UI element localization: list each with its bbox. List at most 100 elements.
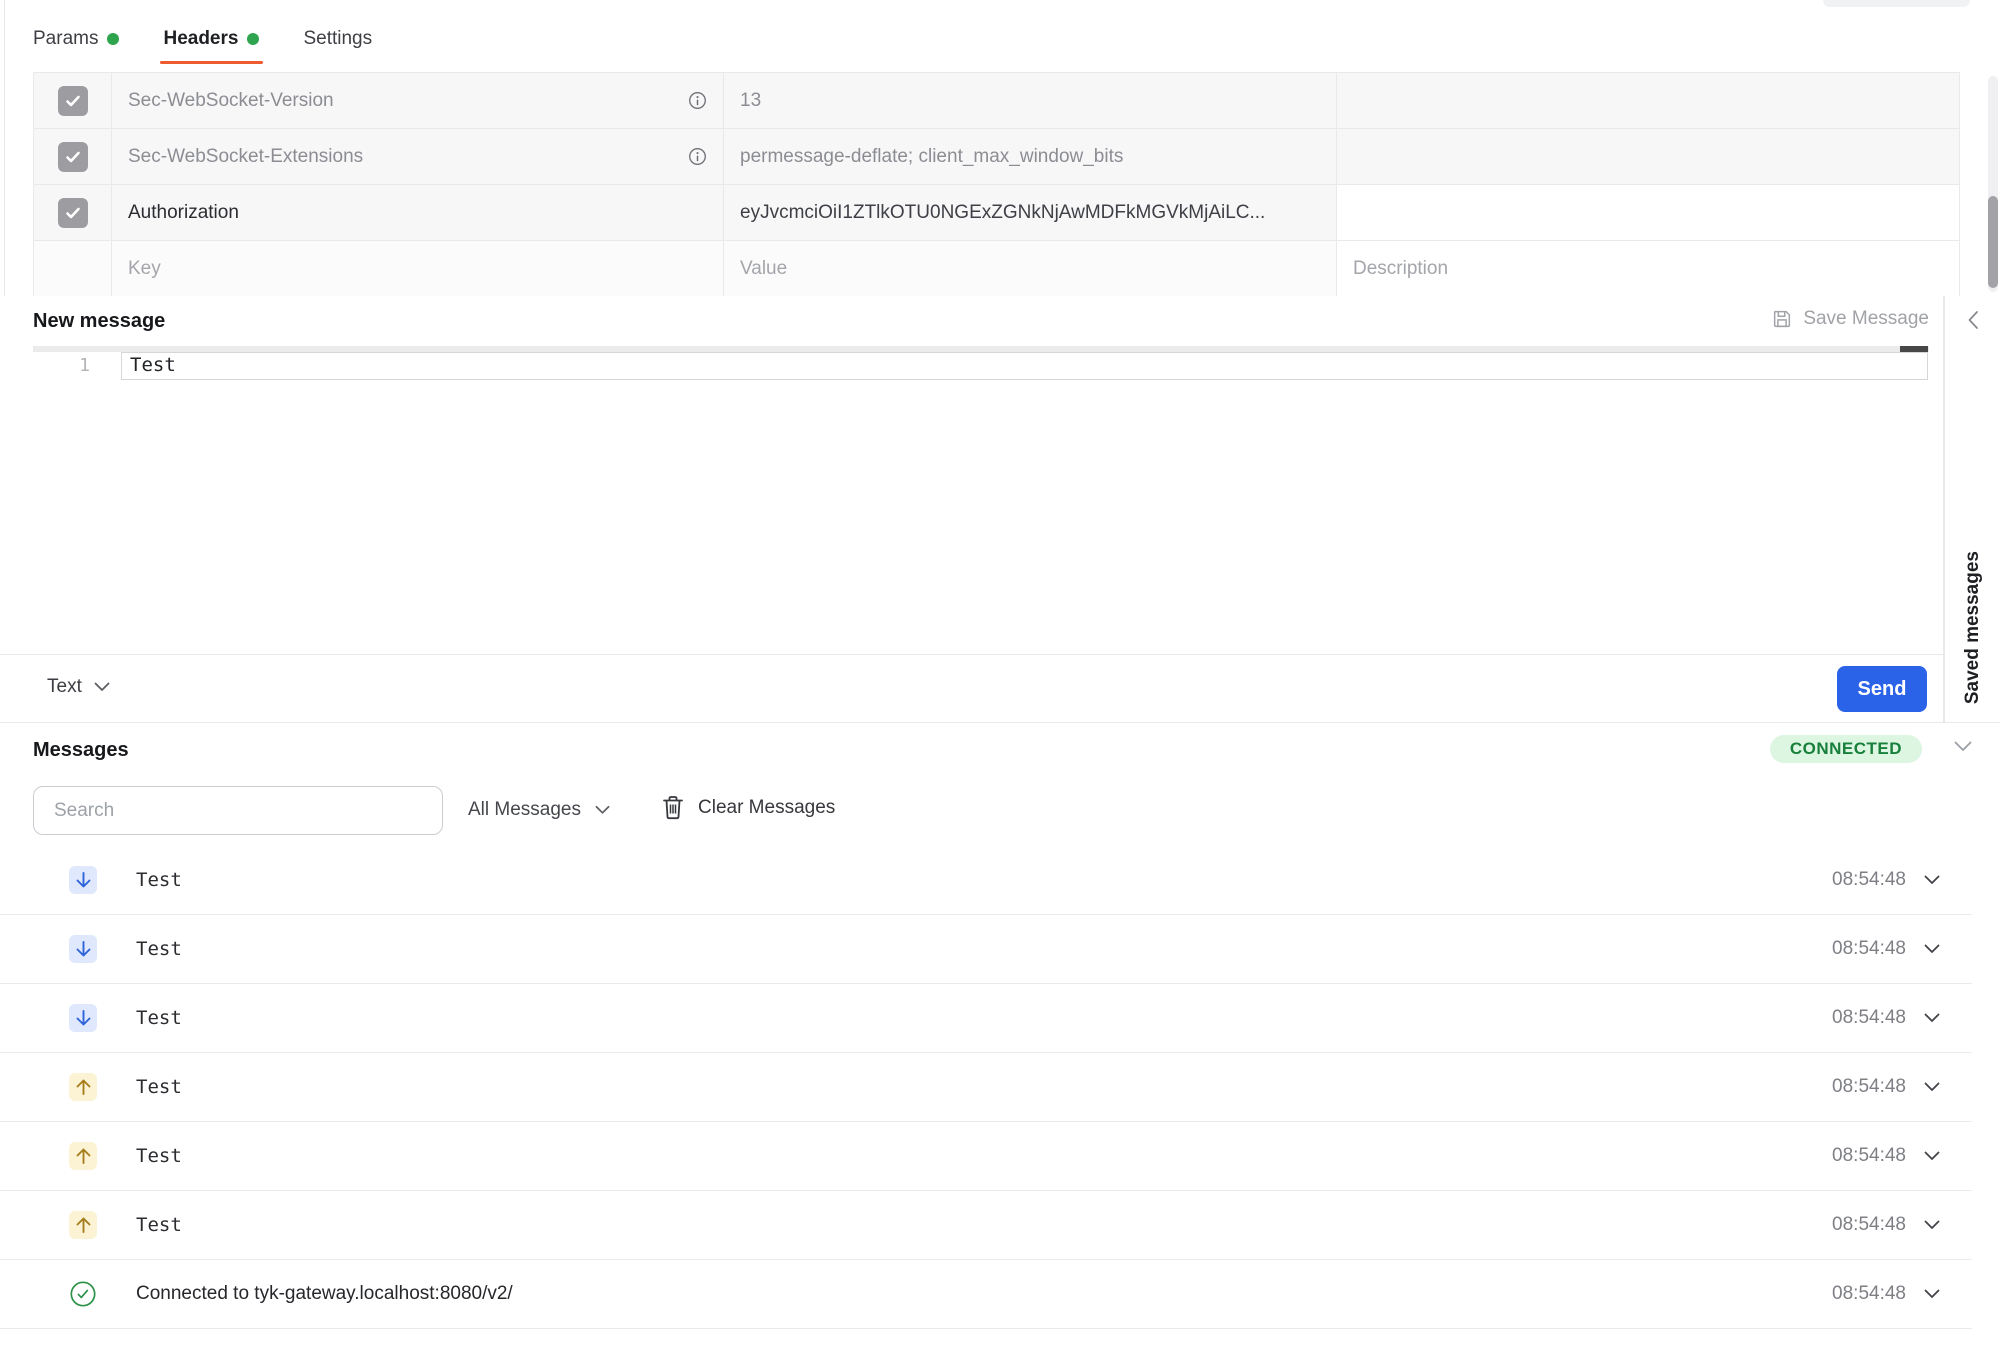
header-value-cell[interactable]: eyJvcmciOiI1ZTlkOTU0NGExZGNkNjAwMDFkMGVk… (724, 185, 1337, 240)
message-timestamp: 08:54:48 (1832, 1214, 1906, 1236)
table-row: Sec-WebSocket-Version 13 (34, 73, 1959, 129)
header-key-cell[interactable]: Sec-WebSocket-Version (112, 73, 724, 128)
editor-content[interactable]: Test (130, 354, 176, 376)
chevron-down-icon (595, 805, 610, 815)
save-message-label: Save Message (1803, 308, 1929, 330)
message-row[interactable]: Test 08:54:48 (0, 915, 1972, 984)
tab-headers[interactable]: Headers (163, 28, 259, 64)
tab-settings[interactable]: Settings (303, 28, 372, 64)
message-row[interactable]: Test 08:54:48 (0, 1191, 1972, 1260)
message-row[interactable]: Test 08:54:48 (0, 1053, 1972, 1122)
message-timestamp: 08:54:48 (1832, 938, 1906, 960)
arrow-down-icon (69, 935, 97, 963)
header-key: Authorization (128, 202, 239, 224)
messages-section: Messages CONNECTED All Messages Clear Me… (0, 722, 2000, 1370)
expand-chevron-down-icon[interactable] (1924, 1151, 1940, 1161)
message-row[interactable]: Connected to tyk-gateway.localhost:8080/… (0, 1260, 1972, 1329)
header-value: eyJvcmciOiI1ZTlkOTU0NGExZGNkNjAwMDFkMGVk… (740, 202, 1265, 224)
header-value-cell[interactable]: Value (724, 241, 1337, 297)
header-checkbox-cell (34, 241, 112, 297)
message-timestamp: 08:54:48 (1832, 1283, 1906, 1305)
expand-chevron-down-icon[interactable] (1924, 875, 1940, 885)
new-message-panel: New message Save Message 1 Test Text Sen… (0, 296, 1944, 722)
check-icon (64, 148, 82, 166)
status-chevron-down-icon[interactable] (1954, 741, 1972, 752)
header-description-cell[interactable] (1337, 73, 1959, 128)
tab-headers-label: Headers (163, 28, 238, 50)
header-key-cell[interactable]: Authorization (112, 185, 724, 240)
header-description-cell[interactable] (1337, 185, 1959, 240)
collapse-panel-button[interactable] (1966, 310, 1979, 330)
message-row[interactable]: Test 08:54:48 (0, 984, 1972, 1053)
key-placeholder: Key (128, 258, 161, 280)
arrow-up-icon (69, 1073, 97, 1101)
arrow-down-icon (69, 1004, 97, 1032)
header-description-cell[interactable]: Description (1337, 241, 1959, 297)
info-icon[interactable] (688, 91, 707, 110)
chevron-left-icon (1966, 310, 1979, 330)
message-text: Test (136, 1076, 182, 1098)
message-text: Test (136, 869, 182, 891)
editor-active-line[interactable] (121, 352, 1928, 380)
editor-line-number: 1 (58, 355, 90, 376)
checkbox-checked[interactable] (58, 198, 88, 228)
header-key-cell[interactable]: Sec-WebSocket-Extensions (112, 129, 724, 184)
expand-chevron-down-icon[interactable] (1924, 944, 1940, 954)
expand-chevron-down-icon[interactable] (1924, 1289, 1940, 1299)
checkbox-checked[interactable] (58, 142, 88, 172)
message-filter-label: All Messages (468, 799, 581, 821)
expand-chevron-down-icon[interactable] (1924, 1082, 1940, 1092)
message-text: Test (136, 1214, 182, 1236)
message-text: Test (136, 1007, 182, 1029)
scrollbar-thumb[interactable] (1988, 196, 1998, 288)
scrollbar-track[interactable] (1988, 76, 1998, 292)
header-key-cell[interactable]: Key (112, 241, 724, 297)
checkbox-checked[interactable] (58, 86, 88, 116)
header-value-cell[interactable]: 13 (724, 73, 1337, 128)
clear-messages-button[interactable]: Clear Messages (662, 795, 835, 820)
info-icon[interactable] (688, 147, 707, 166)
arrow-down-icon (69, 866, 97, 894)
table-row: Authorization eyJvcmciOiI1ZTlkOTU0NGExZG… (34, 185, 1959, 241)
header-checkbox-cell (34, 73, 112, 128)
tab-params-label: Params (33, 28, 98, 50)
search-input[interactable] (33, 786, 443, 835)
description-placeholder: Description (1353, 258, 1448, 280)
send-button[interactable]: Send (1837, 666, 1927, 712)
message-text: Test (136, 938, 182, 960)
header-description-cell[interactable] (1337, 129, 1959, 184)
tab-params[interactable]: Params (33, 28, 119, 64)
arrow-up-icon (69, 1211, 97, 1239)
composer-footer: Text Send (0, 654, 1943, 722)
message-filter-dropdown[interactable]: All Messages (468, 799, 610, 821)
green-dot-icon (247, 33, 259, 45)
message-type-label: Text (47, 676, 82, 698)
expand-chevron-down-icon[interactable] (1924, 1220, 1940, 1230)
save-message-button[interactable]: Save Message (1771, 308, 1929, 330)
header-value: 13 (740, 90, 761, 112)
green-dot-icon (107, 33, 119, 45)
cutoff-top-button (1823, 0, 1970, 7)
header-checkbox-cell (34, 185, 112, 240)
clear-messages-label: Clear Messages (698, 797, 835, 819)
message-list: Test 08:54:48 Test 08:54:48 Test 08:54:4… (0, 846, 1972, 1329)
check-circle-icon (69, 1280, 97, 1308)
header-value: permessage-deflate; client_max_window_bi… (740, 146, 1123, 168)
message-row[interactable]: Test 08:54:48 (0, 1122, 1972, 1191)
header-key: Sec-WebSocket-Extensions (128, 146, 363, 168)
check-icon (64, 92, 82, 110)
table-row-empty: Key Value Description (34, 241, 1959, 297)
chevron-down-icon (94, 682, 110, 692)
header-key: Sec-WebSocket-Version (128, 90, 334, 112)
tab-settings-label: Settings (303, 28, 372, 50)
expand-chevron-down-icon[interactable] (1924, 1013, 1940, 1023)
message-row[interactable]: Test 08:54:48 (0, 846, 1972, 915)
saved-messages-label[interactable]: Saved messages (1962, 551, 1984, 704)
message-type-dropdown[interactable]: Text (47, 676, 110, 698)
header-checkbox-cell (34, 129, 112, 184)
message-timestamp: 08:54:48 (1832, 1145, 1906, 1167)
messages-title: Messages (33, 739, 129, 762)
header-value-cell[interactable]: permessage-deflate; client_max_window_bi… (724, 129, 1337, 184)
check-icon (64, 204, 82, 222)
request-tabs: Params Headers Settings (33, 28, 372, 64)
